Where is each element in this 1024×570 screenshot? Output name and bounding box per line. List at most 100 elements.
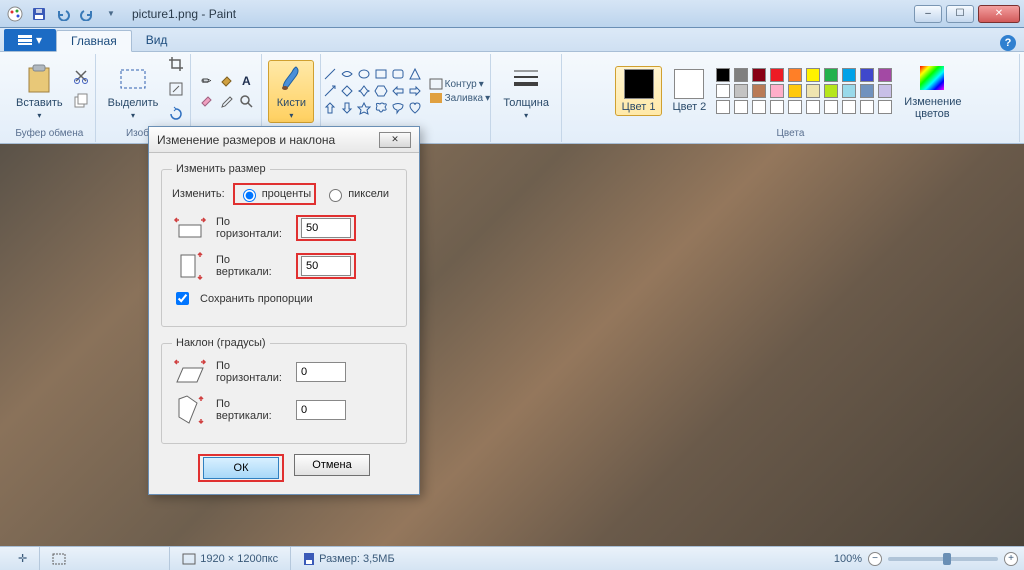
horizontal-input[interactable] [301, 218, 351, 238]
resize-icon[interactable] [168, 81, 184, 102]
color-swatch[interactable] [752, 84, 766, 98]
text-icon[interactable]: A [237, 72, 255, 90]
fill-icon[interactable] [217, 72, 235, 90]
zoom-slider[interactable] [888, 557, 998, 561]
color-palette[interactable] [716, 68, 894, 114]
edit-colors-button[interactable]: Изменение цветов [898, 60, 966, 122]
keep-ratio-checkbox[interactable] [176, 292, 189, 305]
pencil-icon[interactable]: ✏ [197, 72, 215, 90]
title-bar: ▼ picture1.png - Paint – ☐ ✕ [0, 0, 1024, 28]
select-icon [117, 63, 149, 95]
window-controls: – ☐ ✕ [914, 5, 1020, 23]
magnifier-icon[interactable] [237, 92, 255, 110]
color-swatch[interactable] [878, 84, 892, 98]
zoom-thumb[interactable] [943, 553, 951, 565]
color-swatch[interactable] [716, 84, 730, 98]
skew-h-icon [172, 357, 208, 387]
maximize-button[interactable]: ☐ [946, 5, 974, 23]
skew-h-input[interactable] [296, 362, 346, 382]
color2-swatch [674, 69, 704, 99]
ok-button[interactable]: ОК [203, 457, 279, 479]
color-swatch[interactable] [770, 68, 784, 82]
color-swatch[interactable] [824, 100, 838, 114]
color-swatch[interactable] [788, 68, 802, 82]
color-swatch[interactable] [824, 68, 838, 82]
color-swatch[interactable] [878, 68, 892, 82]
color-swatch[interactable] [842, 84, 856, 98]
color-swatch[interactable] [842, 68, 856, 82]
zoom-in-button[interactable]: + [1004, 552, 1018, 566]
pixels-radio[interactable] [329, 189, 342, 202]
dialog-close-button[interactable]: ✕ [379, 132, 411, 148]
thickness-button[interactable]: Толщина▾ [497, 61, 555, 122]
tab-main[interactable]: Главная [56, 30, 132, 52]
color-swatch[interactable] [752, 68, 766, 82]
percent-radio[interactable] [243, 189, 256, 202]
close-button[interactable]: ✕ [978, 5, 1020, 23]
hvalue-highlight [296, 215, 356, 241]
cut-icon[interactable] [73, 68, 89, 89]
rotate-icon[interactable] [168, 106, 184, 127]
redo-icon[interactable] [76, 3, 98, 25]
color-swatch[interactable] [716, 100, 730, 114]
skew-v-label: По вертикали: [216, 398, 288, 422]
percent-label: проценты [262, 188, 312, 200]
skew-legend: Наклон (градусы) [172, 337, 270, 349]
color-swatch[interactable] [878, 100, 892, 114]
group-label-colors: Цвета [777, 128, 805, 142]
skew-h-label: По горизонтали: [216, 360, 288, 384]
tab-view[interactable]: Вид [132, 29, 182, 51]
eraser-icon[interactable] [197, 92, 215, 110]
select-button[interactable]: Выделить▾ [102, 61, 165, 122]
dialog-titlebar[interactable]: Изменение размеров и наклона ✕ [149, 127, 419, 153]
color-swatch[interactable] [824, 84, 838, 98]
brushes-button[interactable]: Кисти▾ [268, 60, 314, 123]
group-colors: Цвет 1 Цвет 2 Изменение цветов Цвета [562, 54, 1020, 142]
minimize-button[interactable]: – [914, 5, 942, 23]
skew-v-input[interactable] [296, 400, 346, 420]
selection-size [39, 547, 169, 570]
horizontal-resize-icon [172, 213, 208, 243]
color-swatch[interactable] [842, 100, 856, 114]
color-swatch[interactable] [806, 84, 820, 98]
color-swatch[interactable] [806, 100, 820, 114]
picker-icon[interactable] [217, 92, 235, 110]
color-swatch[interactable] [734, 84, 748, 98]
file-tab[interactable]: ▾ [4, 29, 56, 51]
color-swatch[interactable] [734, 68, 748, 82]
color-swatch[interactable] [860, 68, 874, 82]
crop-icon[interactable] [168, 56, 184, 77]
quick-access-toolbar: ▼ [4, 3, 122, 25]
color1-button[interactable]: Цвет 1 [615, 66, 663, 116]
undo-icon[interactable] [52, 3, 74, 25]
vertical-input[interactable] [301, 256, 351, 276]
change-label: Изменить: [172, 188, 225, 200]
zoom-out-button[interactable]: − [868, 552, 882, 566]
color-swatch[interactable] [716, 68, 730, 82]
color-swatch[interactable] [770, 84, 784, 98]
dialog-title: Изменение размеров и наклона [157, 133, 335, 147]
fill-dropdown[interactable]: Заливка ▾ [429, 92, 491, 104]
cancel-button[interactable]: Отмена [294, 454, 370, 476]
color-swatch[interactable] [752, 100, 766, 114]
paste-button[interactable]: Вставить▾ [10, 61, 69, 122]
color-swatch[interactable] [734, 100, 748, 114]
save-icon[interactable] [28, 3, 50, 25]
color2-button[interactable]: Цвет 2 [666, 67, 712, 115]
color-swatch[interactable] [770, 100, 784, 114]
color-swatch[interactable] [860, 84, 874, 98]
color-swatch[interactable] [788, 100, 802, 114]
color-swatch[interactable] [806, 68, 820, 82]
color-swatch[interactable] [860, 100, 874, 114]
outline-dropdown[interactable]: Контур ▾ [429, 78, 491, 90]
copy-icon[interactable] [73, 93, 89, 114]
filename: picture1.png [132, 7, 198, 21]
resize-dialog: Изменение размеров и наклона ✕ Изменить … [148, 126, 420, 495]
shapes-gallery[interactable] [322, 66, 423, 116]
rainbow-icon [916, 62, 948, 94]
vvalue-highlight [296, 253, 356, 279]
cursor-pos: ✛ [6, 547, 39, 570]
help-icon[interactable]: ? [1000, 35, 1016, 51]
color-swatch[interactable] [788, 84, 802, 98]
qat-dropdown-icon[interactable]: ▼ [100, 3, 122, 25]
